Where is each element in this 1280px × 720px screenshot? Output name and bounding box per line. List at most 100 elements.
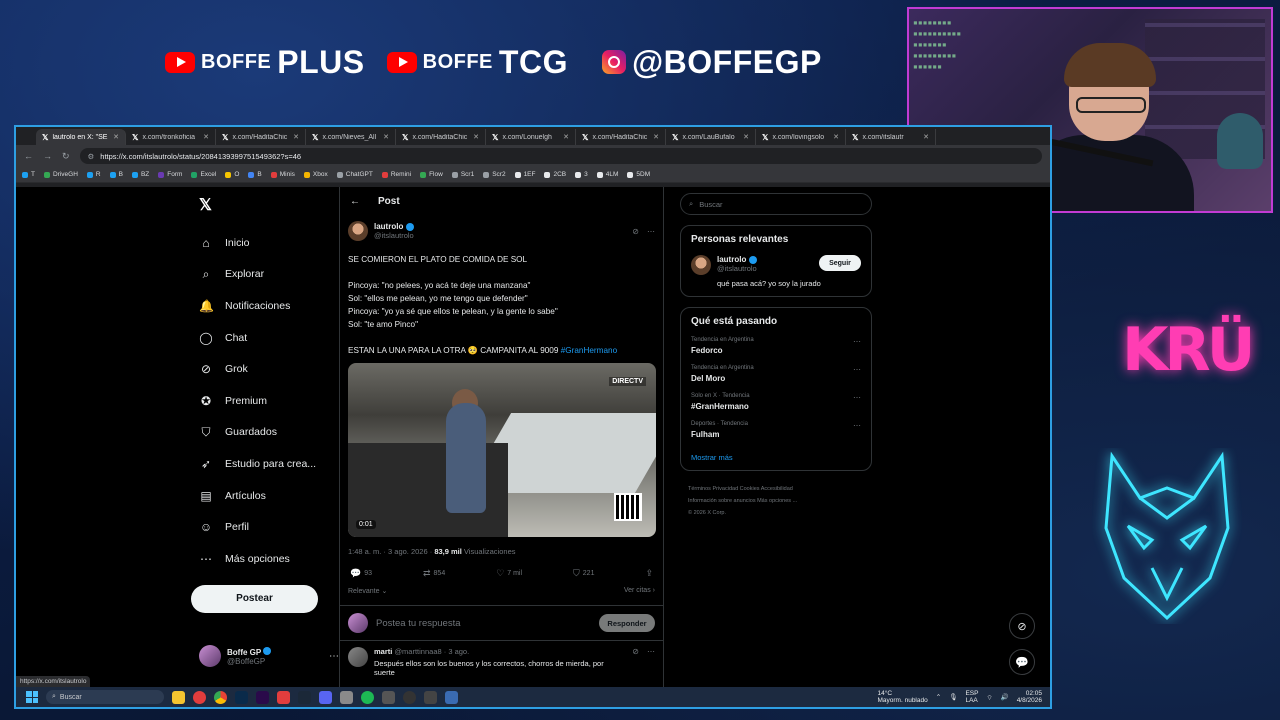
nav-item-inicio[interactable]: ⌂ Inicio (191, 227, 341, 259)
reply-tweet[interactable]: marti @marttinnaa8 · 3 ago. Después ello… (340, 647, 663, 677)
browser-tab[interactable]: 𝕏x.com/tronkoficia ✕ (126, 129, 216, 145)
search-input[interactable]: ⌕ Buscar (680, 193, 872, 215)
url-input[interactable]: ⚙ https://x.com/itslautrolo/status/20841… (79, 148, 1042, 164)
nav-item-perfil[interactable]: ☺ Perfil (191, 511, 341, 543)
close-icon[interactable]: ✕ (833, 133, 839, 141)
author-name[interactable]: lautrolo (717, 255, 758, 264)
close-icon[interactable]: ✕ (923, 133, 929, 141)
bookmark-item[interactable]: B (248, 171, 262, 178)
account-switcher[interactable]: Boffe GP @BoffeGP ⋯ (199, 645, 339, 667)
nav-item-artículos[interactable]: ▤ Artículos (191, 480, 341, 512)
browser-tab[interactable]: 𝕏x.com/lovingsolo ✕ (756, 129, 846, 145)
app-icon[interactable] (445, 690, 458, 704)
opera-icon[interactable] (193, 690, 206, 704)
app-icon[interactable] (382, 690, 395, 704)
bookmark-item[interactable]: Remini (381, 171, 411, 178)
nav-item-notificaciones[interactable]: 🔔 Notificaciones (191, 290, 341, 322)
chevron-up-icon[interactable]: ⌃ (936, 693, 941, 701)
footer-links[interactable]: Información sobre anuncios Más opciones … (688, 495, 872, 507)
more-icon[interactable]: ⋯ (853, 421, 861, 430)
sort-dropdown[interactable]: Relevante ⌄ (348, 587, 387, 595)
trend-item[interactable]: Solo en X · Tendencia #GranHermano ⋯ (691, 393, 861, 411)
bookmark-item[interactable]: T (22, 171, 35, 178)
back-arrow-icon[interactable]: ← (350, 196, 360, 207)
app-icon[interactable] (277, 690, 290, 704)
premiere-icon[interactable] (256, 690, 269, 704)
app-icon[interactable] (424, 690, 437, 704)
more-icon[interactable]: ⋯ (647, 647, 655, 656)
close-icon[interactable]: ✕ (293, 133, 299, 141)
bookmark-item[interactable]: 1EF (514, 171, 535, 178)
close-icon[interactable]: ✕ (113, 133, 119, 141)
back-icon[interactable]: ← (24, 151, 33, 161)
footer-links[interactable]: Términos Privacidad Cookies Accesibilida… (688, 483, 872, 495)
taskbar-search[interactable]: ⌕ Buscar (46, 690, 164, 704)
more-icon[interactable]: ⋯ (647, 227, 655, 236)
bookmark-item[interactable]: Xbox (303, 171, 328, 178)
author-handle[interactable]: @itslautrolo (374, 231, 414, 240)
nav-item-estudio-para-crea-[interactable]: ➶ Estudio para crea... (191, 448, 341, 480)
more-icon[interactable]: ⋯ (853, 365, 861, 374)
grok-float-button[interactable]: ⊘ (1009, 613, 1035, 639)
bookmark-item[interactable]: Minis (270, 171, 295, 178)
file-explorer-icon[interactable] (172, 690, 185, 704)
trend-item[interactable]: Tendencia en Argentina Del Moro ⋯ (691, 365, 861, 383)
app-icon[interactable] (340, 690, 353, 704)
windows-start-icon[interactable] (26, 691, 38, 703)
grok-icon[interactable]: ⊘ (632, 647, 639, 656)
follow-button[interactable]: Seguir (819, 255, 861, 271)
site-info-icon[interactable]: ⚙ (88, 152, 95, 161)
browser-tab[interactable]: 𝕏x.com/Lonuelgh ✕ (486, 129, 576, 145)
browser-tab[interactable]: 𝕏x.com/HaditaChic ✕ (576, 129, 666, 145)
reply-button[interactable]: Responder (599, 614, 655, 632)
browser-tab[interactable]: 𝕏lautrolo en X: "SE ✕ (36, 129, 126, 145)
bookmark-item[interactable]: 4LM (596, 171, 618, 178)
show-more-link[interactable]: Mostrar más (691, 453, 861, 462)
reply-action[interactable]: 💬 93 (350, 568, 372, 579)
close-icon[interactable]: ✕ (473, 133, 479, 141)
share-action[interactable]: ⇪ (645, 568, 653, 579)
nav-item-guardados[interactable]: ⛉ Guardados (191, 417, 341, 449)
nav-item-explorar[interactable]: ⌕ Explorar (191, 259, 341, 291)
browser-tab[interactable]: 𝕏x.com/HaditaChic ✕ (396, 129, 486, 145)
browser-tab[interactable]: 𝕏x.com/HaditaChic ✕ (216, 129, 306, 145)
x-logo-icon[interactable]: 𝕏 (199, 195, 341, 215)
bookmark-item[interactable]: Scr1 (451, 171, 474, 178)
reload-icon[interactable]: ↻ (62, 151, 70, 162)
volume-icon[interactable]: 🔊 (1001, 693, 1009, 701)
mic-icon[interactable]: 🎙 (949, 693, 957, 701)
language-indicator[interactable]: ESP LAA (965, 690, 978, 704)
nav-item-grok[interactable]: ⊘ Grok (191, 353, 341, 385)
browser-tab[interactable]: 𝕏x.com/LauBufalo ✕ (666, 129, 756, 145)
nav-item-más-opciones[interactable]: ⋯ Más opciones (191, 543, 341, 575)
grok-icon[interactable]: ⊘ (632, 227, 639, 236)
nav-item-chat[interactable]: ◯ Chat (191, 322, 341, 354)
more-icon[interactable]: ⋯ (853, 393, 861, 402)
avatar[interactable] (348, 647, 368, 667)
chat-float-button[interactable]: 💬 (1009, 649, 1035, 675)
more-icon[interactable]: ⋯ (329, 651, 339, 662)
bookmark-item[interactable]: Excel (191, 171, 216, 178)
quotes-link[interactable]: Ver citas › (624, 587, 655, 595)
bookmark-item[interactable]: 3 (575, 171, 588, 178)
relevant-person[interactable]: lautrolo @itslautrolo Seguir (691, 255, 861, 275)
avatar[interactable] (348, 221, 368, 241)
spotify-icon[interactable] (361, 690, 374, 704)
bookmark-item[interactable]: ChatGPT (336, 171, 373, 178)
bookmark-item[interactable]: 5DM (627, 171, 650, 178)
bookmark-item[interactable]: BZ (131, 171, 149, 178)
more-icon[interactable]: ⋯ (853, 337, 861, 346)
bookmark-item[interactable]: B (109, 171, 123, 178)
browser-tab[interactable]: 𝕏x.com/Nieves_All ✕ (306, 129, 396, 145)
trend-item[interactable]: Deportes · Tendencia Fulham ⋯ (691, 421, 861, 439)
close-icon[interactable]: ✕ (563, 133, 569, 141)
close-icon[interactable]: ✕ (743, 133, 749, 141)
close-icon[interactable]: ✕ (203, 133, 209, 141)
author-name[interactable]: lautrolo (374, 222, 415, 231)
bookmark-item[interactable]: R (86, 171, 101, 178)
hashtag-link[interactable]: #GranHermano (561, 346, 617, 355)
wifi-icon[interactable]: ⌔ (986, 693, 992, 702)
close-icon[interactable]: ✕ (653, 133, 659, 141)
repost-action[interactable]: ⇄ 854 (423, 568, 445, 579)
bookmark-action[interactable]: ⛉ 221 (573, 568, 594, 579)
